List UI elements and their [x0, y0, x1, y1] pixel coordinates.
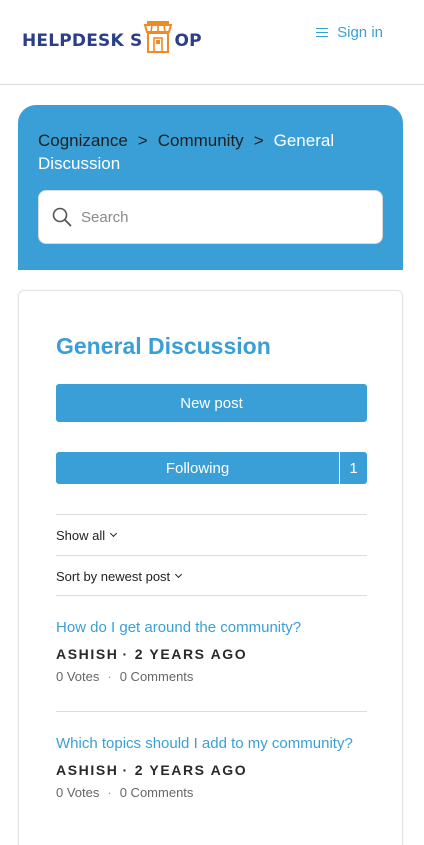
- post-age: 2 YEARS AGO: [134, 646, 248, 662]
- shop-storefront-icon: [144, 21, 173, 53]
- show-all-label: Show all: [56, 527, 106, 543]
- search-icon: [52, 207, 72, 227]
- stats-separator: ·: [107, 669, 112, 684]
- meta-dot: ·: [122, 646, 129, 662]
- post-comments: 0 Comments: [119, 669, 194, 684]
- list-item: How do I get around the community? ASHIS…: [56, 617, 367, 684]
- breadcrumb-item-community[interactable]: Community: [158, 131, 244, 150]
- search-box[interactable]: [38, 190, 383, 244]
- post-stats: 0 Votes · 0 Comments: [56, 669, 367, 684]
- breadcrumb-separator: >: [137, 131, 148, 150]
- post-author[interactable]: ASHISH: [56, 762, 119, 778]
- list-item: Which topics should I add to my communit…: [56, 733, 367, 800]
- post-votes: 0 Votes: [56, 669, 100, 684]
- topic-card: General Discussion New post Following 1 …: [18, 290, 403, 845]
- post-meta: ASHISH · 2 YEARS AGO: [56, 646, 367, 662]
- search-input[interactable]: [81, 208, 361, 226]
- divider: [56, 595, 367, 596]
- logo-text-right: OP: [174, 31, 202, 51]
- new-post-button[interactable]: New post: [56, 384, 367, 422]
- chevron-down-icon: [110, 529, 118, 538]
- post-stats: 0 Votes · 0 Comments: [56, 785, 367, 800]
- hero-banner: Cognizance > Community > General Discussion: [18, 105, 403, 270]
- breadcrumb: Cognizance > Community > General Discussion: [38, 129, 383, 175]
- following-label[interactable]: Following: [56, 452, 340, 484]
- sign-in-link[interactable]: Sign in: [337, 24, 383, 41]
- hamburger-icon[interactable]: [316, 27, 329, 38]
- divider: [56, 711, 367, 712]
- stats-separator: ·: [107, 785, 112, 800]
- breadcrumb-separator: >: [253, 131, 264, 150]
- logo-text-left: HELPDESK S: [22, 31, 143, 51]
- sort-dropdown[interactable]: Sort by newest post: [56, 555, 367, 596]
- post-author[interactable]: ASHISH: [56, 646, 119, 662]
- sort-label: Sort by newest post: [56, 568, 171, 584]
- post-meta: ASHISH · 2 YEARS AGO: [56, 762, 367, 778]
- meta-dot: ·: [122, 762, 129, 778]
- show-all-filter[interactable]: Show all: [56, 514, 367, 555]
- breadcrumb-item-cognizance[interactable]: Cognizance: [38, 131, 128, 150]
- sign-in-menu[interactable]: Sign in: [316, 24, 383, 41]
- following-button[interactable]: Following 1: [56, 452, 367, 484]
- chevron-down-icon: [175, 570, 183, 579]
- post-comments: 0 Comments: [119, 785, 194, 800]
- post-age: 2 YEARS AGO: [134, 762, 248, 778]
- helpdesk-shop-logo[interactable]: HELPDESK S OP: [22, 17, 202, 53]
- post-votes: 0 Votes: [56, 785, 100, 800]
- post-title-link[interactable]: Which topics should I add to my communit…: [56, 733, 367, 754]
- post-title-link[interactable]: How do I get around the community?: [56, 617, 367, 638]
- following-count: 1: [349, 459, 358, 477]
- site-header: HELPDESK S OP Sign in: [0, 0, 424, 85]
- page-title: General Discussion: [56, 333, 271, 359]
